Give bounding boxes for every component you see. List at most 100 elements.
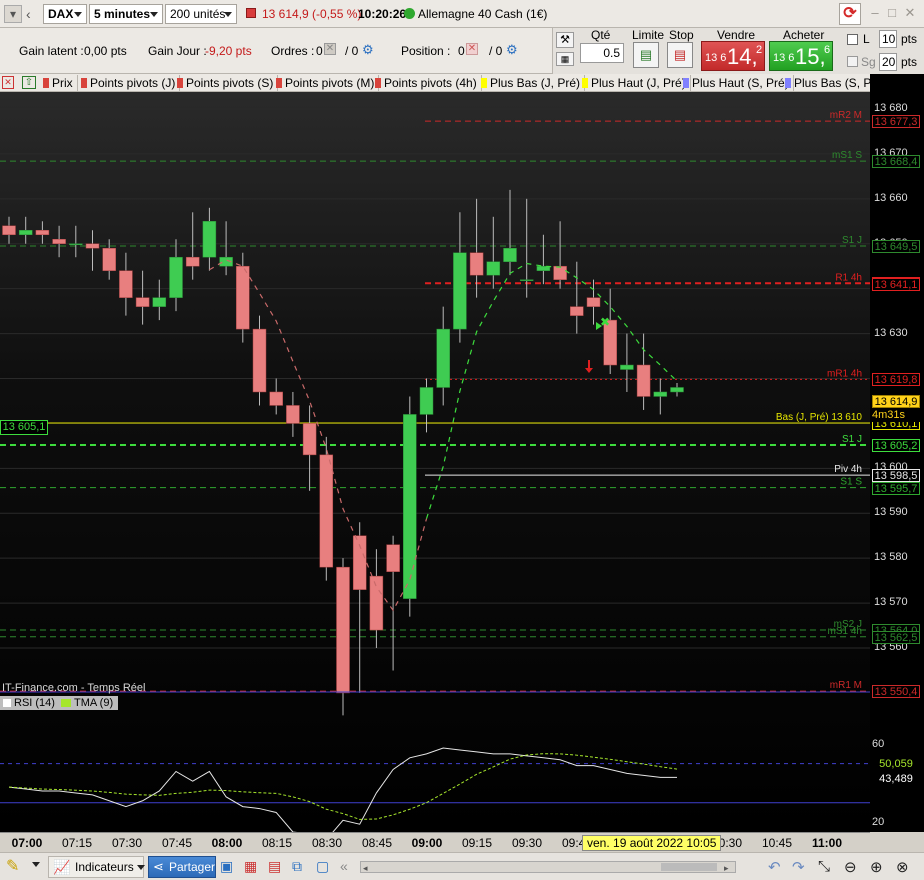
price-level-axis-label: 13 550,4 (872, 685, 920, 699)
candle-countdown-label: 4m31s (872, 409, 920, 423)
instrument-select[interactable]: DAX (43, 4, 87, 24)
pts-label-2: pts (901, 55, 918, 69)
add-indicator-icon[interactable]: ⇧ (22, 76, 36, 89)
position-settings-icon[interactable]: ⚙ (506, 42, 518, 58)
indicator-label: Plus Haut (J, Pré) (591, 76, 686, 90)
chat-icon[interactable]: ▣ (220, 858, 238, 876)
redo-icon[interactable]: ↷ (792, 858, 810, 876)
sg-checkbox[interactable] (847, 56, 858, 67)
price-level-name: mS1 4h (828, 626, 862, 637)
candle-up (419, 387, 434, 415)
candle-up (620, 364, 634, 370)
candle-up (486, 261, 501, 276)
window-icon[interactable]: ⧉ (292, 858, 310, 876)
zoom-out-icon[interactable]: ⊖ (844, 858, 862, 876)
indicator-tab[interactable]: Plus Haut (J, Pré) (579, 75, 691, 91)
indicator-tab[interactable]: Points pivots (M) (273, 75, 380, 91)
scroll-right-arrow-icon[interactable]: ▸ (724, 863, 729, 874)
stop-label: Stop (669, 28, 694, 42)
sell-label: Vendre (717, 28, 756, 42)
draw-pencil-icon[interactable]: ✎ (6, 857, 26, 877)
day-gain-label: Gain Jour : (148, 44, 207, 58)
orders-cancel-icon[interactable]: ✕ (324, 43, 336, 55)
candle-up (519, 279, 534, 281)
scroll-left-icon[interactable]: « (340, 858, 358, 876)
pts-input-2[interactable] (879, 53, 897, 71)
candle-down (636, 364, 651, 397)
candle-down (336, 566, 350, 694)
price-tick-label: 13 590 (874, 506, 908, 519)
indicator-tab[interactable]: Prix (40, 75, 78, 91)
ruler-icon[interactable]: ⤡ (818, 858, 836, 876)
position-label: Position : (401, 44, 451, 58)
price-change-indicator (246, 8, 256, 18)
order-tools-icon[interactable]: ⚒ (556, 32, 574, 48)
indicator-tab[interactable]: Plus Haut (S, Pré) (680, 75, 794, 91)
price-axis[interactable]: 13 68013 67013 66013 65013 64013 63013 6… (870, 74, 924, 832)
draw-menu-chevron-icon[interactable] (32, 862, 40, 867)
order-panel: ⚒ ▦ Qté Limite ▤ Stop ▤ Vendre 13 6 14, … (552, 28, 924, 74)
rsi-swatch (3, 699, 11, 707)
refresh-icon[interactable]: ⟳ (839, 3, 861, 25)
candle-down (553, 265, 567, 280)
limit-order-button[interactable]: ▤ (633, 42, 659, 68)
candle-up (453, 252, 467, 330)
rsi-label-box: RSI (14) (0, 696, 60, 710)
sell-button[interactable]: 13 6 14, 2 (701, 41, 765, 71)
price-tick-label: 13 570 (874, 596, 908, 609)
latent-gain-label: Gain latent : (19, 44, 84, 58)
back-icon[interactable]: ‹ (26, 4, 40, 24)
undo-icon[interactable]: ↶ (768, 858, 786, 876)
time-tick-label: 08:30 (311, 836, 343, 850)
indicator-label: Prix (52, 76, 73, 90)
orders-count-a: 0 (316, 44, 323, 58)
candlestick-chart: mR2 M mS1 S S1 J R1 4h mR1 4h Bas (J, Pré) 13… (0, 108, 870, 832)
zoom-reset-icon[interactable]: ⊗ (896, 858, 914, 876)
indicator-color-swatch (177, 78, 183, 88)
candle-down (586, 297, 601, 307)
compare-icon[interactable]: ▤ (268, 858, 286, 876)
indicator-tab[interactable]: Points pivots (S) (174, 75, 279, 91)
screenshot-icon[interactable]: ▢ (316, 858, 334, 876)
horizontal-scrollbar[interactable]: ◂ ▸ (360, 861, 736, 873)
stop-order-button[interactable]: ▤ (667, 42, 693, 68)
candle-up (653, 391, 668, 397)
qty-input[interactable] (580, 43, 624, 63)
price-level-axis-label: 13 595,7 (872, 481, 920, 495)
time-axis[interactable]: 07:00 07:15 07:30 07:45 08:00 08:15 08:30 08:45… (0, 832, 870, 852)
position-cancel-icon[interactable]: ✕ (466, 43, 478, 55)
candle-down (352, 535, 367, 590)
market-status-dot (404, 8, 415, 19)
buy-button[interactable]: 13 6 15, 6 (769, 41, 833, 71)
indicator-color-swatch (43, 78, 49, 88)
scroll-left-arrow-icon[interactable]: ◂ (363, 863, 368, 874)
close-indicators-icon[interactable]: ✕ (2, 76, 14, 89)
share-button[interactable]: ⋖ Partager (148, 856, 216, 878)
candle-down (119, 270, 133, 298)
keypad-icon[interactable]: ▦ (556, 52, 574, 66)
candle-up (18, 230, 33, 236)
price-chart[interactable]: mR2 M mS1 S S1 J R1 4h mR1 4h Bas (J, Pré) 13… (0, 92, 870, 832)
indicator-tab[interactable]: Points pivots (J) (78, 75, 181, 91)
layout-grid-icon[interactable]: ▦ (244, 858, 262, 876)
window-menu-icon[interactable]: ▾ (4, 5, 22, 23)
indicator-tab[interactable]: Points pivots (4h) (372, 75, 482, 91)
maximize-icon[interactable]: □ (885, 6, 899, 20)
scrollbar-thumb[interactable] (661, 863, 717, 871)
rsi-value-label: 50,059 (872, 757, 920, 771)
units-select[interactable]: 200 unités (165, 4, 237, 24)
time-tick-label: 08:45 (361, 836, 393, 850)
indicator-tab[interactable]: Plus Bas (S, Pré) (782, 75, 870, 91)
cursor-date-label: ven. 19 août 2022 10:05 (582, 835, 722, 851)
orders-settings-icon[interactable]: ⚙ (362, 42, 374, 58)
indicator-label: Points pivots (S) (186, 76, 274, 90)
zoom-in-icon[interactable]: ⊕ (870, 858, 888, 876)
indicator-tab[interactable]: Plus Bas (J, Pré) (478, 75, 586, 91)
pts-input-1[interactable] (879, 30, 897, 48)
interval-select[interactable]: 5 minutes (89, 4, 163, 24)
indicators-button[interactable]: 📈 Indicateurs (48, 856, 145, 878)
l-checkbox[interactable] (847, 34, 858, 45)
minimize-icon[interactable]: – (868, 6, 882, 20)
close-icon[interactable]: ✕ (903, 6, 917, 20)
candle-down (102, 247, 116, 271)
